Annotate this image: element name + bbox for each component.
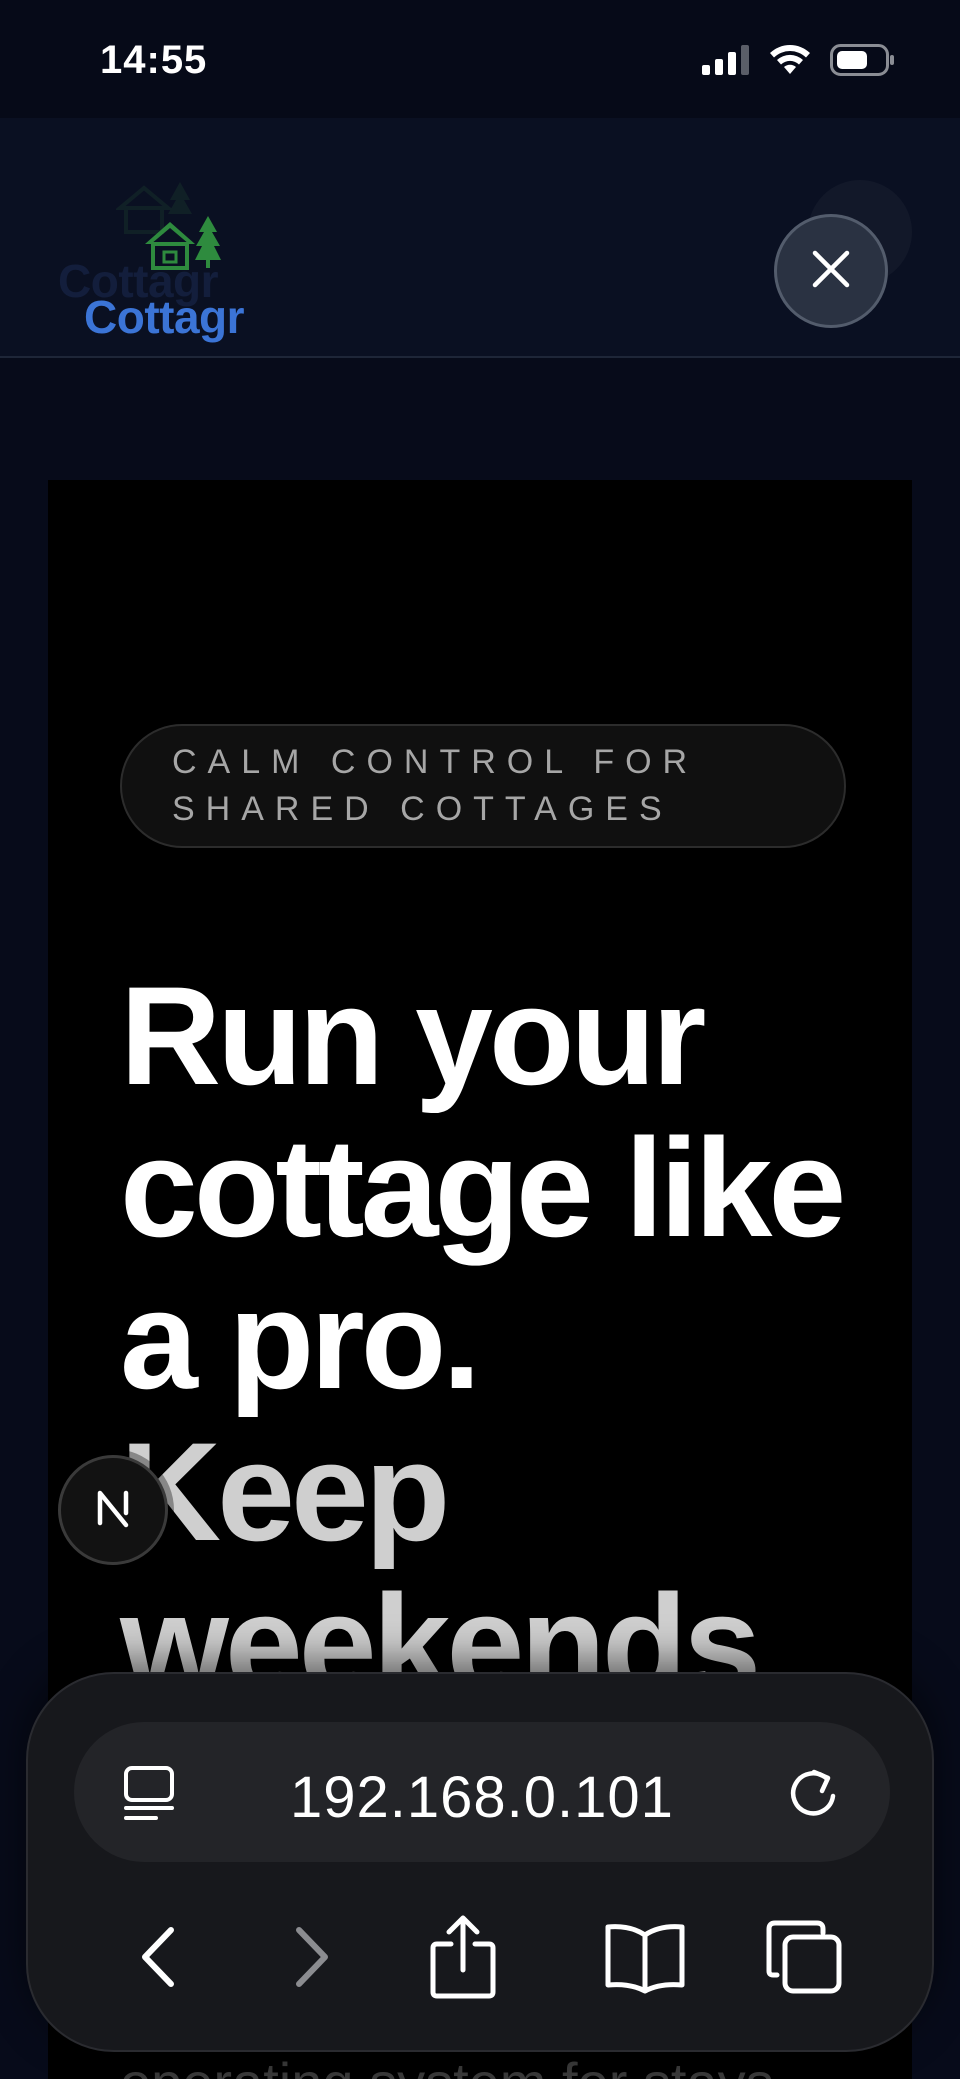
cellular-signal-icon [702, 45, 750, 80]
status-time: 14:55 [100, 38, 208, 82]
logo-text: Cottagr [84, 291, 245, 343]
site-header: Cottagr Cottagr [0, 118, 960, 358]
back-icon [129, 1922, 189, 1997]
battery-icon [830, 44, 896, 81]
tabs-icon [763, 1915, 847, 2004]
page: 14:55 Cottagr Cottagr CALM CONTROL FOR S… [0, 0, 960, 2079]
close-icon [811, 249, 851, 294]
headline-line-1: Run your cottage like a pro. [120, 957, 846, 1418]
status-icons [702, 44, 896, 81]
browser-nav-row [28, 1894, 936, 2024]
cottage-logo-icon [142, 214, 222, 279]
hero-subtext: operating system for stays [120, 2050, 774, 2079]
reload-icon[interactable] [778, 1758, 848, 1833]
bookmarks-icon [600, 1917, 690, 2002]
eyebrow-pill: CALM CONTROL FOR SHARED COTTAGES [120, 724, 846, 848]
address-bar[interactable]: 192.168.0.101 [74, 1722, 890, 1862]
forward-button[interactable] [246, 1894, 376, 2024]
nextjs-logo-icon [90, 1485, 136, 1536]
forward-icon [281, 1922, 341, 1997]
tabs-button[interactable] [740, 1894, 870, 2024]
hero-headline: Run your cottage like a pro. Keep weeken… [120, 960, 880, 1720]
close-menu-button[interactable] [774, 214, 888, 328]
status-bar: 14:55 [0, 0, 960, 118]
cottagr-logo[interactable]: Cottagr [84, 214, 274, 344]
bookmarks-button[interactable] [580, 1894, 710, 2024]
share-button[interactable] [398, 1894, 528, 2024]
wifi-icon [768, 44, 812, 81]
nextjs-dev-badge[interactable] [58, 1455, 168, 1565]
browser-toolbar: 192.168.0.101 [26, 1672, 934, 2052]
back-button[interactable] [94, 1894, 224, 2024]
address-text: 192.168.0.101 [290, 1765, 674, 1830]
share-icon [423, 1912, 503, 2007]
eyebrow-text: CALM CONTROL FOR SHARED COTTAGES [172, 743, 699, 828]
